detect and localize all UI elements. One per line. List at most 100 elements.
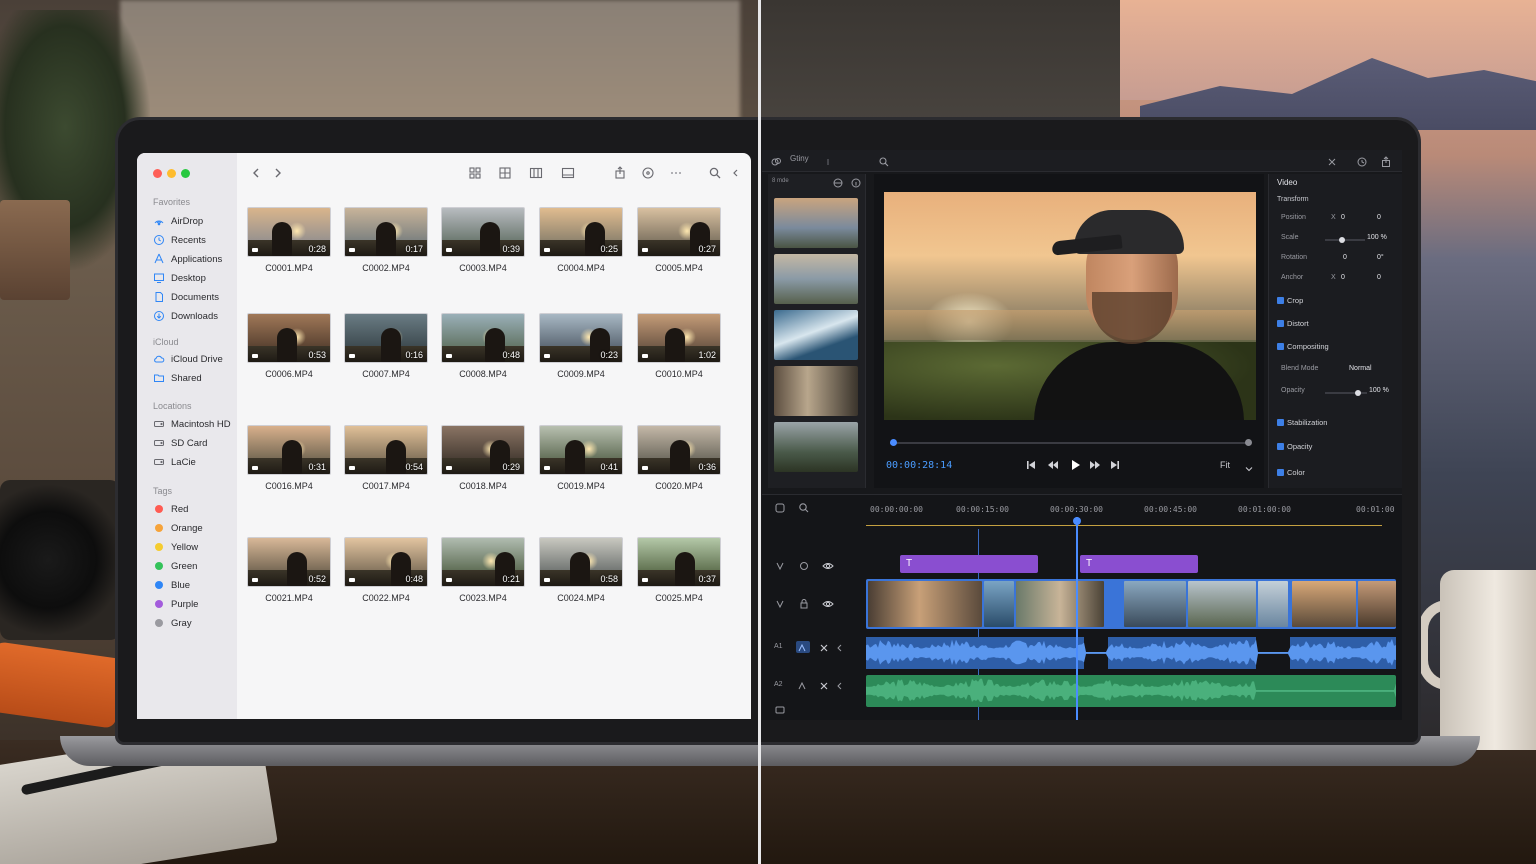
video-thumbnail[interactable]: 0:37	[637, 537, 721, 587]
title-clip[interactable]: T	[1080, 555, 1198, 573]
sidebar-item-red[interactable]: Red	[153, 501, 188, 517]
adjust-icon[interactable]	[1326, 155, 1338, 167]
sidebar-item-downloads[interactable]: Downloads	[153, 308, 218, 324]
sidebar-item-icloud-drive[interactable]: iCloud Drive	[153, 351, 223, 367]
video-thumbnail[interactable]: 0:23	[539, 313, 623, 363]
checkbox-icon[interactable]	[1277, 297, 1284, 304]
video-clip[interactable]	[1292, 581, 1356, 627]
collapse-chevron-icon[interactable]	[834, 641, 846, 653]
anchor-x-field[interactable]: 0	[1341, 274, 1345, 281]
file-item[interactable]: 0:36 C0020.MP4	[637, 425, 721, 491]
zoom-fit-select[interactable]: Fit	[1220, 460, 1230, 470]
sidebar-item-purple[interactable]: Purple	[153, 596, 198, 612]
file-item[interactable]: 0:58 C0024.MP4	[539, 537, 623, 603]
video-track[interactable]	[866, 579, 1396, 629]
video-clip[interactable]	[868, 581, 982, 627]
library-icon[interactable]	[770, 155, 782, 167]
transform-section[interactable]: Transform	[1277, 196, 1309, 203]
tag-icon[interactable]	[641, 166, 655, 180]
collapse-chevron-icon[interactable]	[834, 679, 846, 691]
video-thumbnail[interactable]: 0:53	[247, 313, 331, 363]
video-thumbnail[interactable]: 0:16	[344, 313, 428, 363]
share-icon[interactable]	[613, 166, 627, 180]
sidebar-item-recents[interactable]: Recents	[153, 232, 206, 248]
file-item[interactable]: 0:37 C0025.MP4	[637, 537, 721, 603]
bin-clip-thumbnail[interactable]	[774, 198, 858, 248]
file-item[interactable]: 0:17 C0002.MP4	[344, 207, 428, 273]
file-item[interactable]: 0:27 C0005.MP4	[637, 207, 721, 273]
video-clip[interactable]	[1358, 581, 1396, 627]
audio-solo-icon[interactable]	[796, 641, 810, 653]
position-y-field[interactable]: 0	[1377, 214, 1381, 221]
file-item[interactable]: 0:52 C0021.MP4	[247, 537, 331, 603]
opacity-section-toggle[interactable]: Opacity	[1277, 442, 1312, 451]
sidebar-item-orange[interactable]: Orange	[153, 520, 203, 536]
scale-slider-knob[interactable]	[1339, 237, 1345, 243]
crop-toggle[interactable]: Crop	[1277, 296, 1303, 305]
file-item[interactable]: 0:41 C0019.MP4	[539, 425, 623, 491]
video-thumbnail[interactable]: 0:36	[637, 425, 721, 475]
add-track-icon[interactable]	[774, 703, 786, 715]
visibility-eye-icon[interactable]	[822, 559, 834, 571]
opacity-slider-knob[interactable]	[1355, 390, 1361, 396]
video-thumbnail[interactable]: 0:58	[539, 537, 623, 587]
mute-x-icon[interactable]	[818, 641, 830, 653]
video-thumbnail[interactable]: 0:25	[539, 207, 623, 257]
checkbox-icon[interactable]	[1277, 469, 1284, 476]
scrubber-handle[interactable]	[890, 439, 897, 446]
opacity-value[interactable]: 100 %	[1369, 387, 1389, 394]
search-icon[interactable]	[878, 155, 890, 167]
fast-forward-icon[interactable]	[1088, 458, 1102, 472]
blend-mode-select[interactable]: Normal	[1349, 365, 1372, 372]
sidebar-item-documents[interactable]: Documents	[153, 289, 219, 305]
tab-menu-icon[interactable]	[824, 155, 836, 167]
video-clip[interactable]	[1016, 581, 1104, 627]
video-thumbnail[interactable]: 0:31	[247, 425, 331, 475]
video-thumbnail[interactable]: 0:39	[441, 207, 525, 257]
scale-value[interactable]: 100 %	[1367, 234, 1387, 241]
sidebar-item-airdrop[interactable]: AirDrop	[153, 213, 203, 229]
audio-solo-icon[interactable]	[796, 679, 808, 691]
rotation-field[interactable]: 0	[1343, 254, 1347, 261]
more-icon[interactable]	[669, 166, 683, 180]
lock-icon[interactable]	[798, 559, 810, 571]
sidebar-item-yellow[interactable]: Yellow	[153, 539, 198, 555]
play-icon[interactable]	[1068, 458, 1082, 472]
title-clip[interactable]: T	[900, 555, 1038, 573]
bin-clip-thumbnail[interactable]	[774, 310, 858, 360]
checkbox-icon[interactable]	[1277, 343, 1284, 350]
bin-clip-thumbnail[interactable]	[774, 422, 858, 472]
video-thumbnail[interactable]: 0:27	[637, 207, 721, 257]
opacity-slider[interactable]	[1325, 390, 1367, 396]
video-clip[interactable]	[1188, 581, 1256, 627]
file-item[interactable]: 0:39 C0003.MP4	[441, 207, 525, 273]
zoom-button[interactable]	[181, 169, 190, 178]
lock-icon[interactable]	[798, 597, 810, 609]
sidebar-item-macintosh-hd[interactable]: Macintosh HD	[153, 416, 231, 432]
history-icon[interactable]	[1356, 155, 1368, 167]
distort-toggle[interactable]: Distort	[1277, 319, 1309, 328]
sidebar-item-lacie[interactable]: LaCie	[153, 454, 196, 470]
video-thumbnail[interactable]: 0:21	[441, 537, 525, 587]
sidebar-item-sd-card[interactable]: SD Card	[153, 435, 207, 451]
file-item[interactable]: 0:29 C0018.MP4	[441, 425, 525, 491]
file-item[interactable]: 0:31 C0016.MP4	[247, 425, 331, 491]
sidebar-item-blue[interactable]: Blue	[153, 577, 190, 593]
sidebar-item-green[interactable]: Green	[153, 558, 197, 574]
audio-track-2[interactable]	[866, 675, 1396, 707]
playhead[interactable]	[1076, 517, 1078, 720]
export-icon[interactable]	[1380, 155, 1392, 167]
scale-slider[interactable]	[1325, 237, 1365, 243]
video-thumbnail[interactable]: 0:52	[247, 537, 331, 587]
video-thumbnail[interactable]: 0:29	[441, 425, 525, 475]
video-thumbnail[interactable]: 0:17	[344, 207, 428, 257]
viewer-scrubber[interactable]	[890, 439, 1252, 446]
title-track-icon[interactable]	[774, 559, 786, 571]
compositing-toggle[interactable]: Compositing	[1277, 342, 1329, 351]
sidebar-item-gray[interactable]: Gray	[153, 615, 192, 631]
file-item[interactable]: 0:25 C0004.MP4	[539, 207, 623, 273]
chevron-down-icon[interactable]	[1244, 461, 1254, 472]
file-item[interactable]: 1:02 C0010.MP4	[637, 313, 721, 379]
video-track-icon[interactable]	[774, 597, 786, 609]
file-item[interactable]: 0:53 C0006.MP4	[247, 313, 331, 379]
